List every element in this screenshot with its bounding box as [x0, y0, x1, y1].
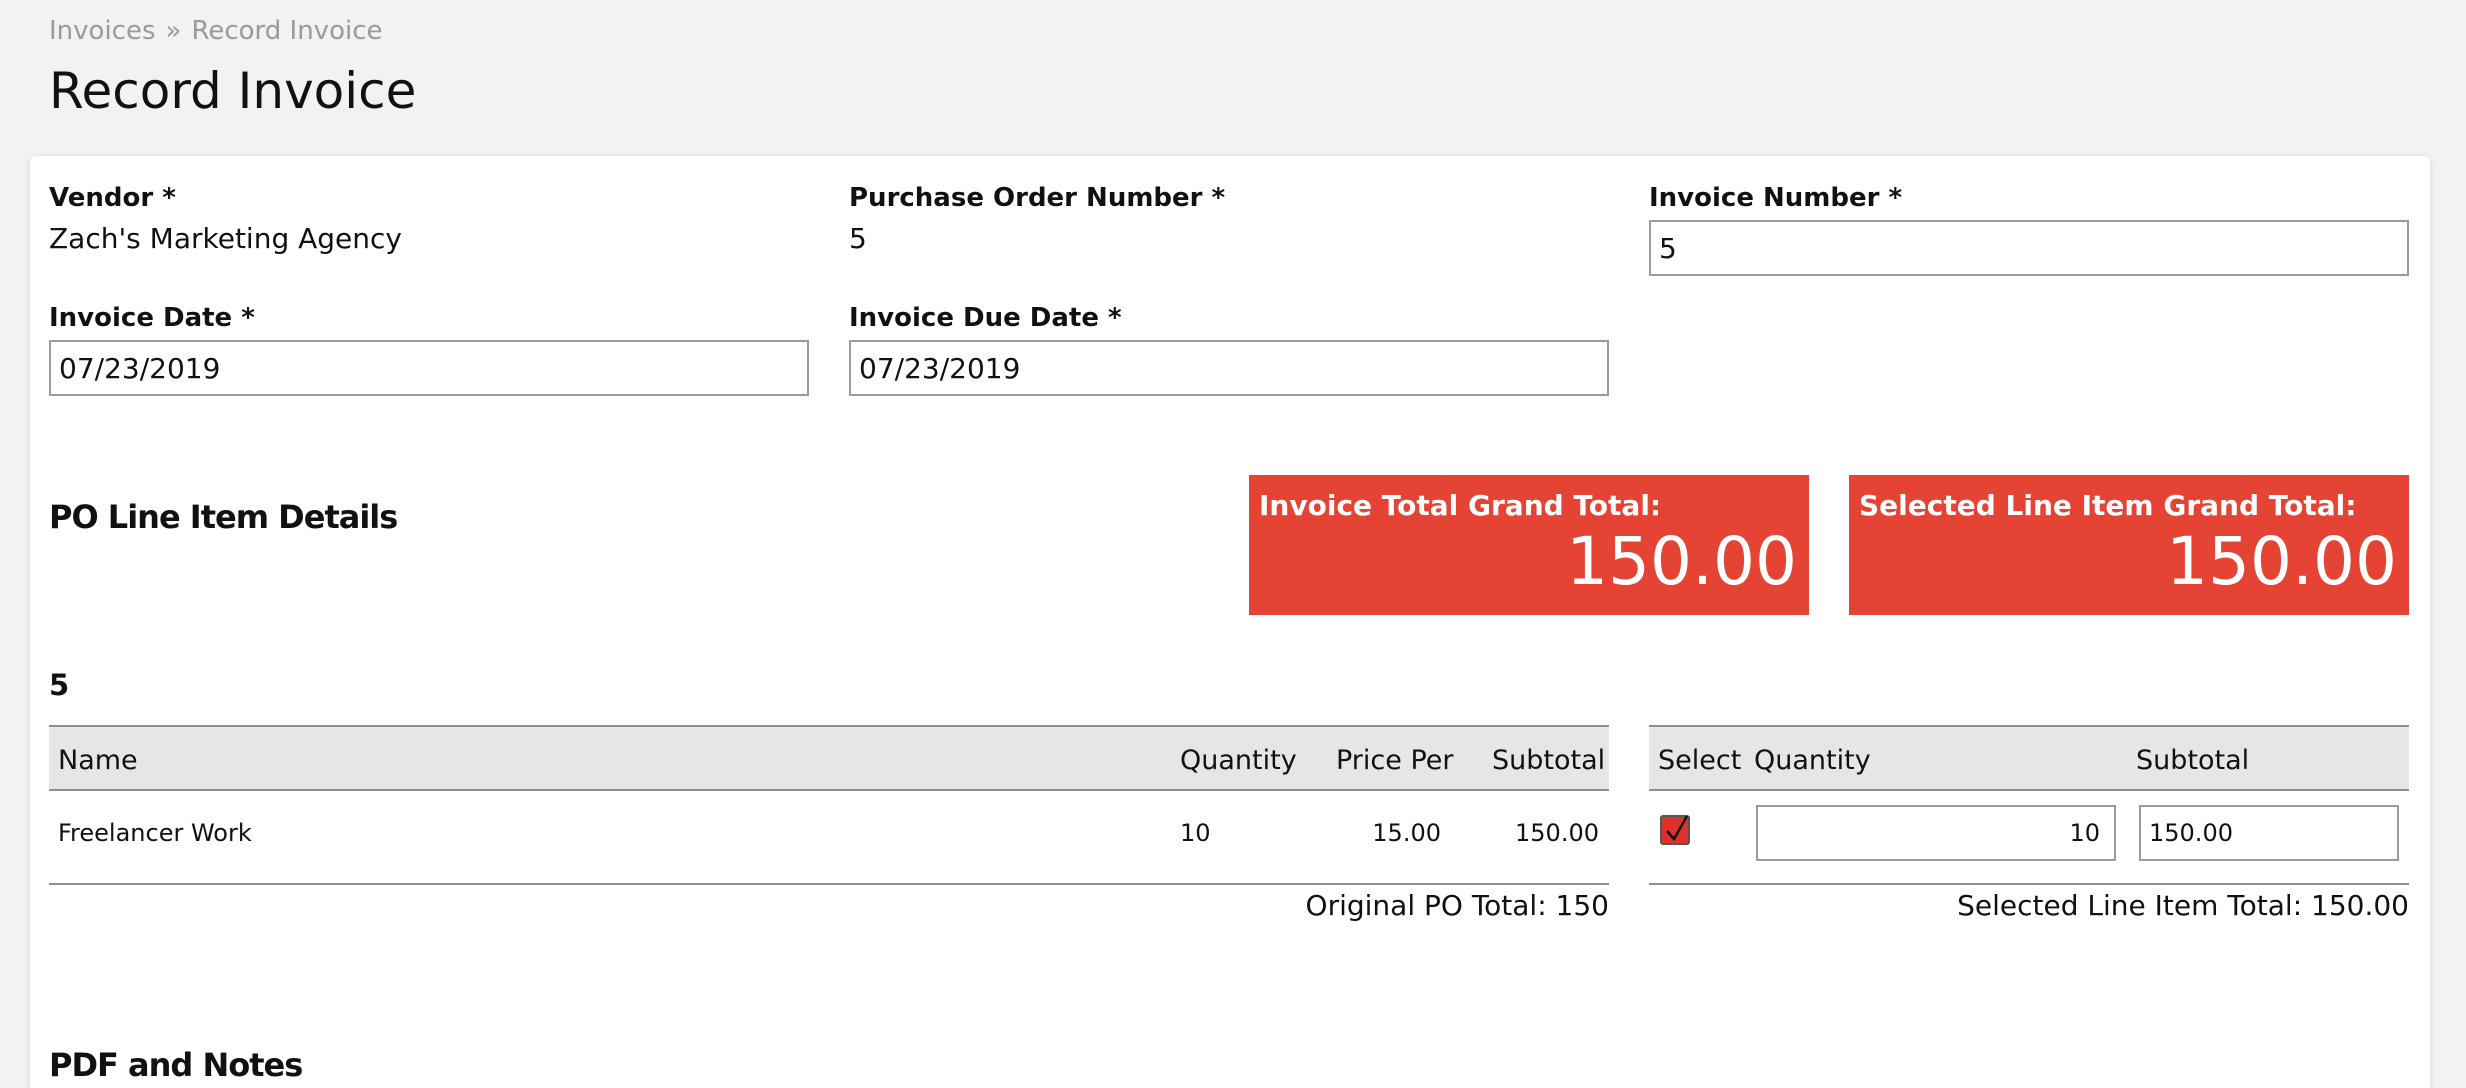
po-number-label: Purchase Order Number * [849, 183, 1226, 213]
invoice-total-value: 150.00 [1566, 523, 1797, 600]
po-col-name: Name [58, 745, 138, 776]
po-row-name: Freelancer Work [58, 819, 252, 847]
invoice-due-date-input[interactable]: 07/23/2019 [849, 340, 1609, 396]
select-table-bottom-rule [1649, 883, 2409, 885]
invoice-total-label: Invoice Total Grand Total: [1259, 489, 1662, 522]
page-title: Record Invoice [49, 62, 417, 120]
line-item-subtotal-input[interactable]: 150.00 [2139, 805, 2399, 861]
line-item-quantity-input[interactable]: 10 [1756, 805, 2116, 861]
breadcrumb: Invoices » Record Invoice [49, 16, 383, 46]
breadcrumb-current: Record Invoice [191, 16, 383, 46]
po-table-header: Name Quantity Price Per Subtotal [49, 725, 1609, 791]
select-col-quantity: Quantity [1754, 745, 1871, 776]
invoice-number-input[interactable]: 5 [1649, 220, 2409, 276]
breadcrumb-separator: » [165, 16, 182, 46]
select-table-header: Select Quantity Subtotal [1649, 725, 2409, 791]
vendor-value: Zach's Marketing Agency [49, 222, 402, 255]
po-line-items-title: PO Line Item Details [49, 498, 398, 536]
invoice-number-label: Invoice Number * [1649, 183, 1903, 213]
invoice-form-card: Vendor * Zach's Marketing Agency Purchas… [30, 156, 2430, 1088]
po-col-subtotal: Subtotal [1492, 745, 1606, 776]
po-reference: 5 [49, 668, 70, 702]
original-po-total: Original PO Total: 150 [1305, 889, 1609, 922]
pdf-notes-title: PDF and Notes [49, 1046, 303, 1084]
table-row: Freelancer Work 10 15.00 150.00 [49, 791, 1609, 881]
po-col-quantity: Quantity [1180, 745, 1297, 776]
line-item-select-checkbox[interactable] [1660, 815, 1690, 845]
selected-line-item-total: Selected Line Item Total: 150.00 [1957, 889, 2409, 922]
select-col-select: Select [1658, 745, 1742, 776]
breadcrumb-invoices-link[interactable]: Invoices [49, 16, 156, 46]
selected-total-label: Selected Line Item Grand Total: [1859, 489, 2357, 522]
po-number-value: 5 [849, 222, 867, 255]
selected-total-box: Selected Line Item Grand Total: 150.00 [1849, 475, 2409, 615]
po-row-price-per: 15.00 [1372, 819, 1441, 847]
po-row-quantity: 10 [1180, 819, 1211, 847]
invoice-date-input[interactable]: 07/23/2019 [49, 340, 809, 396]
select-col-subtotal: Subtotal [2136, 745, 2250, 776]
checkmark-icon [1666, 815, 1689, 842]
selected-total-value: 150.00 [2166, 523, 2397, 600]
po-col-price-per: Price Per [1336, 745, 1454, 776]
table-row: 10 150.00 [1649, 791, 2409, 881]
vendor-label: Vendor * [49, 183, 176, 213]
invoice-date-label: Invoice Date * [49, 303, 255, 333]
po-row-subtotal: 150.00 [1515, 819, 1599, 847]
po-table-bottom-rule [49, 883, 1609, 885]
invoice-total-box: Invoice Total Grand Total: 150.00 [1249, 475, 1809, 615]
invoice-due-date-label: Invoice Due Date * [849, 303, 1122, 333]
